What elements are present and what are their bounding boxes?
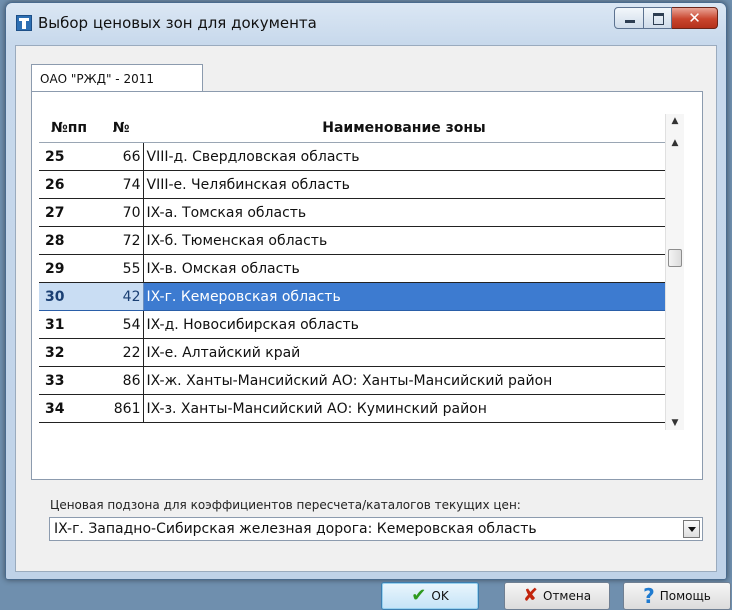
check-icon: ✔ [411,585,427,606]
dialog-client: ОАО "РЖД" - 2011 №пп № Наименование зоны… [15,45,731,610]
minimize-button[interactable] [614,7,644,29]
cell-num: 86 [99,366,144,395]
cell-num: 72 [99,226,144,255]
cell-npp: 33 [39,366,99,395]
scroll-up-icon[interactable]: ▲ [666,138,684,148]
cell-npp: 26 [39,170,99,199]
table-row-selected[interactable]: 30 42 IX-г. Кемеровская область [39,282,665,311]
subzone-select[interactable]: IX-г. Западно-Сибирская железная дорога:… [49,517,703,541]
tab-rzd-2011[interactable]: ОАО "РЖД" - 2011 [31,64,203,92]
scroll-top-icon[interactable]: ▲ [666,116,684,126]
cell-npp: 27 [39,198,99,227]
zones-grid[interactable]: №пп № Наименование зоны 25 66 VIII-д. Свер… [39,114,665,430]
ok-button-label: OK [431,589,449,603]
ok-button[interactable]: ✔ OK [381,582,479,610]
cancel-button-label: Отмена [543,589,592,603]
grid-header: №пп № Наименование зоны [39,114,665,143]
table-row[interactable]: 34 861 IX-з. Ханты-Мансийский АО: Кумински… [39,394,665,423]
cell-zone-name: IX-а. Томская область [143,198,665,227]
grid-scrollbar[interactable]: ▲ ▲ ▼ [665,114,684,430]
cell-zone-name: IX-г. Кемеровская область [143,282,665,311]
cell-npp: 28 [39,226,99,255]
chevron-down-icon[interactable] [683,520,700,538]
cell-npp: 32 [39,338,99,367]
cell-num: 54 [99,310,144,339]
help-button[interactable]: ? Помощь [623,582,731,610]
cell-num: 861 [99,394,144,423]
cell-npp: 30 [39,282,99,311]
window-title: Выбор ценовых зон для документа [38,14,317,32]
cell-num: 74 [99,170,144,199]
table-row[interactable]: 32 22 IX-е. Алтайский край [39,338,665,367]
close-icon: ✕ [688,9,701,27]
subzone-label: Ценовая подзона для коэффициентов пересч… [50,498,521,512]
cell-num: 55 [99,254,144,283]
title-bar[interactable]: Выбор ценовых зон для документа ✕ [6,3,726,43]
caption-buttons: ✕ [614,7,718,29]
cell-npp: 31 [39,310,99,339]
question-icon: ? [643,584,655,608]
scroll-down-icon[interactable]: ▼ [666,418,684,428]
cross-icon: ✘ [522,585,538,606]
cell-zone-name: VIII-д. Свердловская область [143,142,665,171]
cell-num: 66 [99,142,144,171]
cell-zone-name: IX-д. Новосибирская область [143,310,665,339]
table-row[interactable]: 27 70 IX-а. Томская область [39,198,665,227]
table-row[interactable]: 28 72 IX-б. Тюменская область [39,226,665,255]
column-header-num[interactable]: № [99,114,143,143]
cell-zone-name: IX-е. Алтайский край [143,338,665,367]
subzone-value: IX-г. Западно-Сибирская железная дорога:… [54,521,537,537]
cell-num: 70 [99,198,144,227]
dialog-window: Выбор ценовых зон для документа ✕ ОАО "Р… [5,2,731,610]
column-header-zone-name[interactable]: Наименование зоны [143,114,665,143]
table-row[interactable]: 33 86 IX-ж. Ханты-Мансийский АО: Ханты-Ман… [39,366,665,395]
table-row[interactable]: 29 55 IX-в. Омская область [39,254,665,283]
cell-zone-name: IX-б. Тюменская область [143,226,665,255]
table-row[interactable]: 25 66 VIII-д. Свердловская область [39,142,665,171]
close-button[interactable]: ✕ [672,7,718,29]
cell-npp: 34 [39,394,99,423]
app-icon [16,15,32,31]
cancel-button[interactable]: ✘ Отмена [504,582,610,610]
maximize-button[interactable] [644,7,672,29]
cell-npp: 29 [39,254,99,283]
cell-num: 42 [99,282,144,311]
cell-num: 22 [99,338,144,367]
table-row[interactable]: 31 54 IX-д. Новосибирская область [39,310,665,339]
help-button-label: Помощь [659,589,711,603]
cell-zone-name: IX-з. Ханты-Мансийский АО: Куминский рай… [143,394,665,423]
scrollbar-thumb[interactable] [668,249,682,267]
column-header-npp[interactable]: №пп [39,114,99,143]
cell-zone-name: VIII-е. Челябинская область [143,170,665,199]
cell-npp: 25 [39,142,99,171]
cell-zone-name: IX-в. Омская область [143,254,665,283]
table-row[interactable]: 26 74 VIII-е. Челябинская область [39,170,665,199]
cell-zone-name: IX-ж. Ханты-Мансийский АО: Ханты-Мансийс… [143,366,665,395]
